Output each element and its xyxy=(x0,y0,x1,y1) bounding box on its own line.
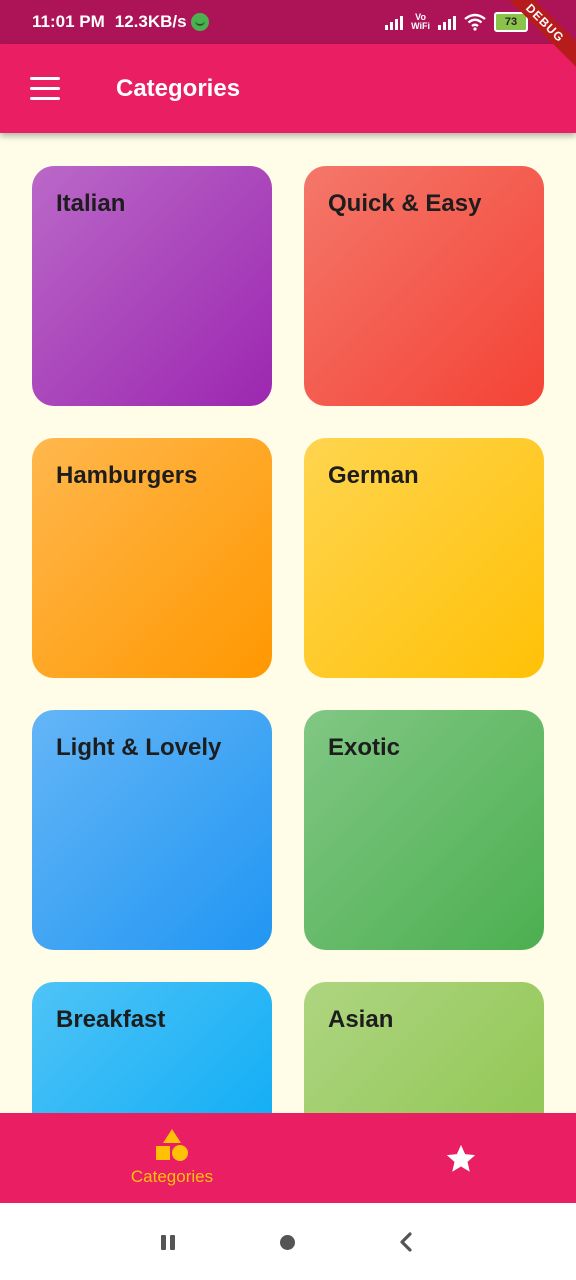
category-title: German xyxy=(328,462,419,489)
recents-icon xyxy=(161,1234,166,1250)
hamburger-menu-icon xyxy=(30,76,60,80)
cell-signal-2-icon xyxy=(438,14,456,30)
category-card-light-lovely[interactable]: Light & Lovely xyxy=(32,710,272,950)
category-card-german[interactable]: German xyxy=(304,438,544,678)
menu-button[interactable] xyxy=(22,68,66,108)
category-title: Asian xyxy=(328,1006,394,1033)
shapes-icon xyxy=(156,1129,188,1161)
shapes-triangle xyxy=(163,1129,181,1143)
category-title: Quick & Easy xyxy=(328,190,482,217)
category-card-asian[interactable]: Asian xyxy=(304,982,544,1113)
category-card-breakfast[interactable]: Breakfast xyxy=(32,982,272,1113)
category-title: Light & Lovely xyxy=(56,734,222,761)
hamburger-line xyxy=(30,86,60,90)
home-icon xyxy=(279,1234,295,1250)
system-navigation-bar xyxy=(0,1203,576,1280)
wifi-icon xyxy=(464,13,486,31)
battery-icon: 73 xyxy=(494,12,528,32)
back-icon xyxy=(400,1232,412,1252)
hamburger-line xyxy=(30,96,60,100)
category-card-exotic[interactable]: Exotic xyxy=(304,710,544,950)
network-speed: 12.3KB/s xyxy=(115,12,209,32)
battery-level: 73 xyxy=(504,16,518,28)
category-card-hamburgers[interactable]: Hamburgers xyxy=(32,438,272,678)
nav-tab-categories[interactable]: Categories xyxy=(112,1129,232,1195)
recents-button[interactable] xyxy=(153,1227,183,1257)
page-title: Categories xyxy=(116,75,241,102)
vowifi-icon: Vo WiFi xyxy=(411,13,430,31)
cell-signal-icon xyxy=(385,14,404,30)
network-speed-value: 12.3KB/s xyxy=(114,12,187,31)
category-title: Hamburgers xyxy=(56,462,198,489)
home-button[interactable] xyxy=(272,1227,302,1257)
vowifi-bottom-text: WiFi xyxy=(411,21,430,31)
status-time: 11:01 PM xyxy=(32,12,105,31)
recents-bar xyxy=(170,1234,175,1250)
status-left: 11:01 PM 12.3KB/s xyxy=(32,0,209,44)
status-right: Vo WiFi 73 xyxy=(385,0,528,44)
bottom-navigation: Categories xyxy=(0,1113,576,1203)
star-icon xyxy=(446,1144,476,1172)
shapes-circle xyxy=(172,1145,188,1161)
nav-tab-favorites[interactable] xyxy=(440,1139,482,1179)
category-card-quick-easy[interactable]: Quick & Easy xyxy=(304,166,544,406)
nav-tab-categories-label: Categories xyxy=(130,1167,214,1186)
shapes-square xyxy=(156,1146,170,1160)
category-grid: Italian Quick & Easy Hamburgers German L… xyxy=(32,166,544,1113)
category-title: Italian xyxy=(56,190,126,217)
category-card-italian[interactable]: Italian xyxy=(32,166,272,406)
category-title: Breakfast xyxy=(56,1006,166,1033)
back-button[interactable] xyxy=(391,1227,421,1257)
app-bar: Categories xyxy=(0,44,576,133)
status-bar: 11:01 PM 12.3KB/s Vo WiFi 73 xyxy=(0,0,576,44)
category-title: Exotic xyxy=(328,734,401,761)
notification-app-icon xyxy=(190,13,209,31)
